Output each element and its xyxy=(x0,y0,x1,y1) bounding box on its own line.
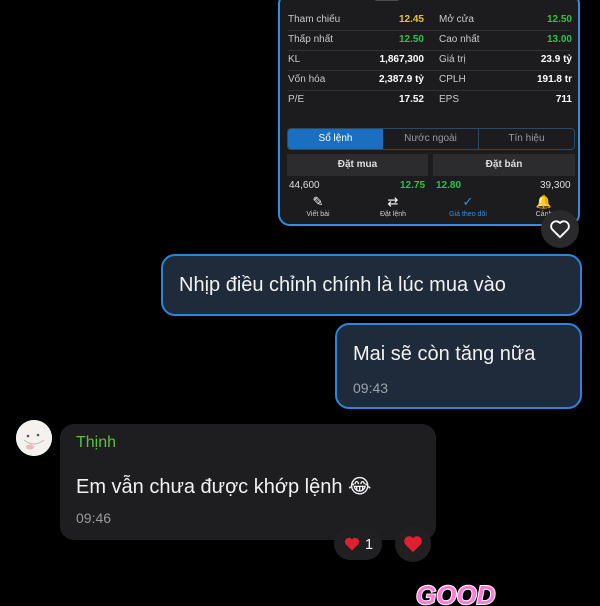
reaction-count: 1 xyxy=(364,535,374,553)
nav-viet-bai[interactable]: ✎ Viết bài xyxy=(288,194,348,220)
bell-icon: 🔔 xyxy=(535,194,553,209)
stat-value: 13.00 xyxy=(546,34,572,45)
nav-label: Giá theo dõi xyxy=(449,211,487,218)
stat-value: 12.50 xyxy=(546,14,572,25)
tab-tin-hieu[interactable]: Tín hiệu xyxy=(479,129,574,149)
heart-icon xyxy=(404,536,422,553)
shared-stock-screenshot[interactable]: 1d 1m 3m 6m 1y 5y ✓ Tham chiếu 12.45 Mở cử… xyxy=(278,0,580,226)
stat-value: 2,387.9 tỷ xyxy=(378,74,424,85)
buy-price: 12.75 xyxy=(400,180,426,191)
add-reaction-button[interactable] xyxy=(541,210,579,248)
order-book-row: 44,600 12.75 12.80 39,300 xyxy=(280,180,578,194)
stat-label: Cao nhất xyxy=(439,34,480,45)
stat-row: Tham chiếu 12.45 Mở cửa 12.50 xyxy=(280,14,578,34)
stat-divider xyxy=(288,90,570,91)
reaction-heart-count[interactable]: 1 xyxy=(334,528,382,560)
avatar[interactable] xyxy=(16,420,52,456)
stat-row: P/E 17.52 EPS 711 xyxy=(280,94,578,114)
tab-nuoc-ngoai[interactable]: Nước ngoài xyxy=(383,129,479,149)
sender-name[interactable]: Thịnh xyxy=(76,434,116,452)
outgoing-message[interactable]: Nhịp điều chỉnh chính là lúc mua vào xyxy=(161,254,582,316)
check-icon: ✓ xyxy=(560,0,568,2)
stat-divider xyxy=(288,30,570,31)
stat-label: KL xyxy=(288,54,301,65)
timeframe-1d: 1d xyxy=(292,0,303,1)
stat-divider xyxy=(288,70,570,71)
stat-value: 1,867,300 xyxy=(379,54,425,65)
message-text: Mai sẽ còn tăng nữa xyxy=(353,343,536,365)
heart-icon xyxy=(344,537,359,551)
buy-order-header: Đặt mua xyxy=(287,154,428,176)
sell-volume: 39,300 xyxy=(540,180,571,191)
timeframe-1m: 1m xyxy=(318,0,332,1)
bottom-nav: ✎ Viết bài ⇄ Đặt lệnh ✓ Giá theo dõi 🔔 C… xyxy=(280,194,578,224)
check-icon: ✓ xyxy=(462,194,474,209)
stat-label: Vốn hóa xyxy=(288,74,326,85)
sell-price: 12.80 xyxy=(436,180,462,191)
tab-so-lenh[interactable]: Sổ lệnh xyxy=(288,129,383,149)
stat-value: 12.50 xyxy=(398,34,424,45)
message-time: 09:43 xyxy=(353,380,389,396)
stat-label: CPLH xyxy=(439,74,466,85)
sticker-text: GOOD xyxy=(416,580,496,606)
nav-dat-lenh[interactable]: ⇄ Đặt lệnh xyxy=(363,194,423,220)
stat-label: Thấp nhất xyxy=(288,34,334,45)
stat-row: KL 1,867,300 Giá trị 23.9 tỷ xyxy=(280,54,578,74)
timeframe-selector: 1d 1m 3m 6m 1y 5y ✓ xyxy=(288,0,574,8)
nav-gia-theo-doi[interactable]: ✓ Giá theo dõi xyxy=(438,194,498,220)
stat-divider xyxy=(288,50,570,51)
nav-label: Đặt lệnh xyxy=(379,211,407,218)
stat-value: 12.45 xyxy=(398,14,424,25)
heart-outline-icon xyxy=(550,220,570,239)
stat-value: 17.52 xyxy=(398,94,424,105)
timeframe-6m: 6m xyxy=(374,0,400,1)
buy-volume: 44,600 xyxy=(289,180,320,191)
stat-row: Thấp nhất 12.50 Cao nhất 13.00 xyxy=(280,34,578,54)
sell-order-header: Đặt bán xyxy=(433,154,575,176)
good-sticker[interactable]: GOOD xyxy=(410,576,500,606)
nav-label: Viết bài xyxy=(306,211,330,218)
stat-label: Tham chiếu xyxy=(288,14,341,25)
stat-value: 23.9 tỷ xyxy=(540,54,572,65)
incoming-message[interactable]: Thịnh Em vẫn chưa được khớp lệnh 😂 09:46 xyxy=(60,424,436,540)
stat-value: 711 xyxy=(555,94,572,105)
message-time: 09:46 xyxy=(76,510,112,526)
message-text: Em vẫn chưa được khớp lệnh 😂 xyxy=(76,476,372,498)
stat-row: Vốn hóa 2,387.9 tỷ CPLH 191.8 tr xyxy=(280,74,578,94)
stat-label: EPS xyxy=(439,94,460,105)
pencil-icon: ✎ xyxy=(312,194,324,209)
avatar-image xyxy=(16,420,52,456)
order-tabs: Sổ lệnh Nước ngoài Tín hiệu xyxy=(287,128,575,150)
stat-label: Mở cửa xyxy=(439,14,474,25)
message-text: Nhịp điều chỉnh chính là lúc mua vào xyxy=(179,274,506,296)
stat-label: Giá trị xyxy=(439,54,466,65)
timeframe-3m: 3m xyxy=(346,0,360,1)
stat-value: 191.8 tr xyxy=(536,74,572,85)
swap-icon: ⇄ xyxy=(387,194,399,209)
timeframe-5y: 5y xyxy=(438,0,449,1)
outgoing-message[interactable]: Mai sẽ còn tăng nữa 09:43 xyxy=(335,323,582,409)
timeframe-1y: 1y xyxy=(410,0,421,1)
heart-reaction-button[interactable] xyxy=(395,526,431,562)
stat-label: P/E xyxy=(288,94,305,105)
